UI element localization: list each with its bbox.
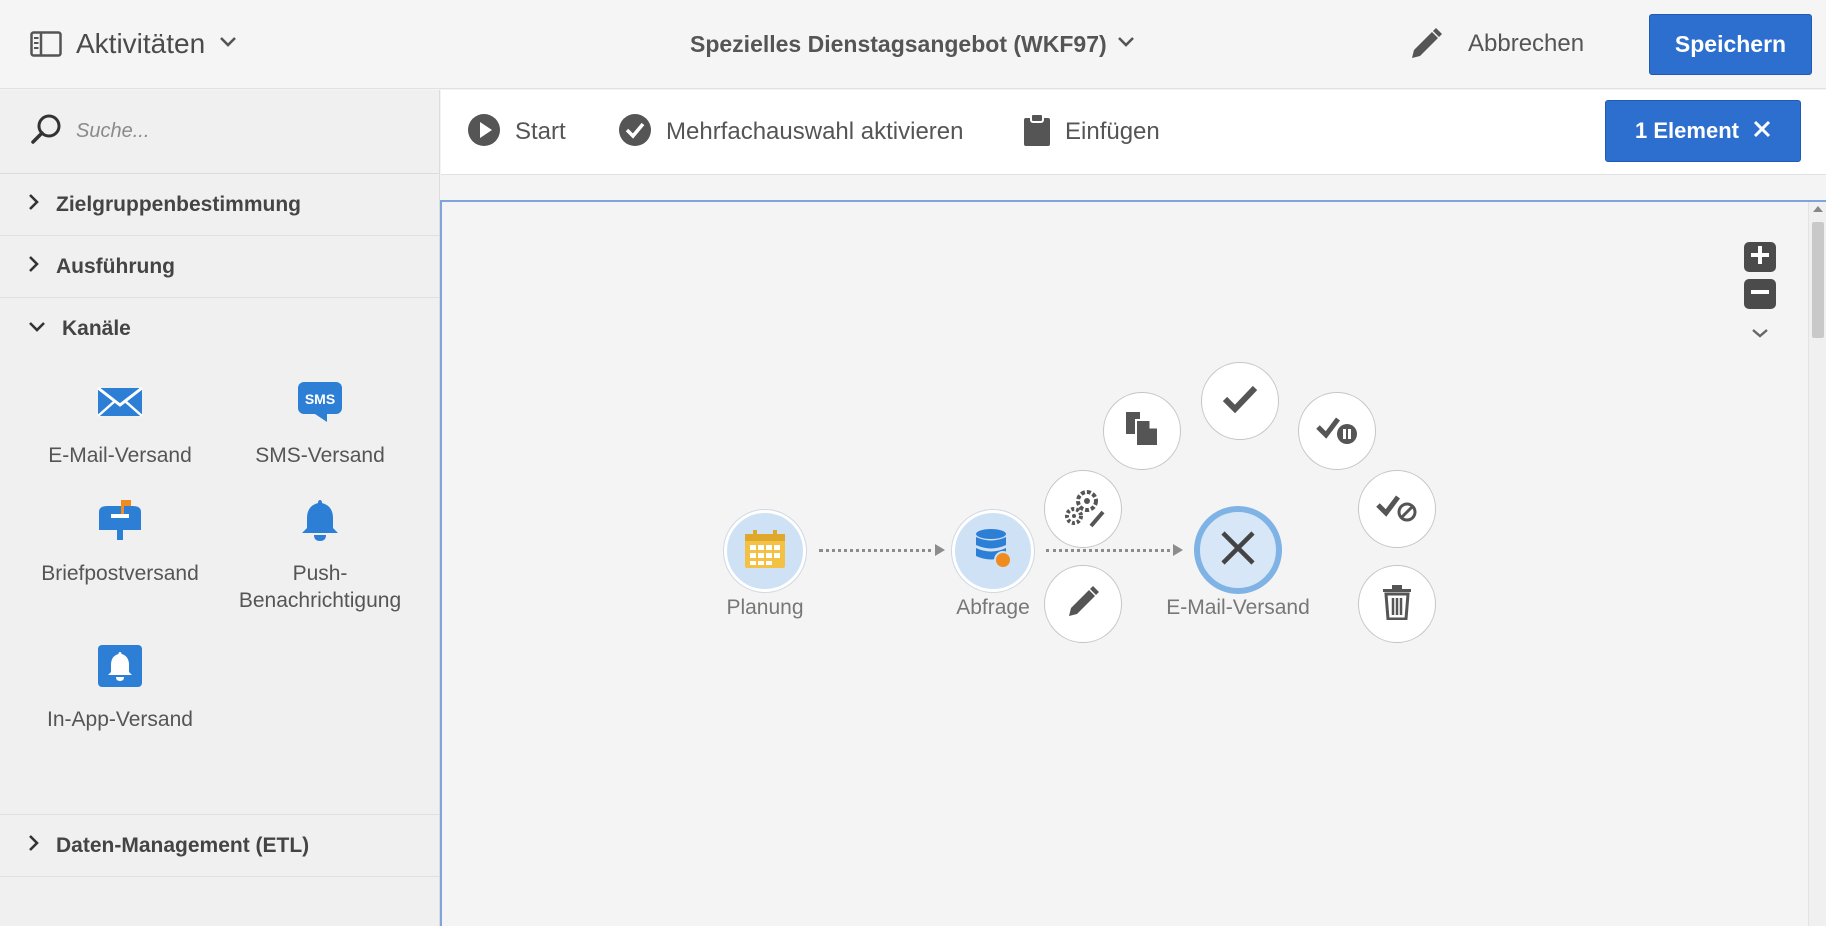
pencil-icon — [1406, 28, 1444, 68]
search-bar — [0, 90, 439, 174]
cancel-button[interactable]: Abbrechen — [1468, 26, 1584, 62]
delete-action-button[interactable] — [1358, 565, 1436, 643]
vertical-scrollbar[interactable] — [1808, 202, 1826, 926]
chevron-down-icon — [1750, 326, 1770, 343]
scroll-thumb[interactable] — [1812, 222, 1824, 338]
chevron-right-icon — [28, 834, 40, 857]
channel-label: In-App-Versand — [47, 708, 193, 731]
check-circle-icon — [618, 113, 652, 152]
workflow-canvas[interactable]: Planung Abfrage E-Mail-Versand — [440, 200, 1826, 926]
activities-title: Aktivitäten — [76, 28, 206, 59]
channel-label: SMS-Versand — [255, 444, 385, 467]
channel-in-app[interactable]: In-App-Versand — [20, 638, 220, 733]
close-icon[interactable] — [1753, 120, 1771, 143]
channel-label: Briefpostversand — [41, 562, 199, 585]
section-label: Daten-Management (ETL) — [56, 833, 310, 857]
section-label: Zielgruppenbestimmung — [56, 192, 302, 216]
workflow-title: Spezielles Dienstagsangebot (WKF97) — [690, 30, 1107, 57]
clipboard-icon — [1023, 112, 1051, 152]
side-panel-icon — [30, 31, 62, 57]
transition-edge[interactable] — [819, 549, 939, 552]
edit-action-button[interactable] — [1044, 565, 1122, 643]
save-button[interactable]: Speichern — [1649, 14, 1812, 75]
chevron-down-icon — [1117, 35, 1135, 53]
transition-arrow — [1173, 544, 1183, 556]
channel-label: E-Mail-Versand — [48, 444, 192, 467]
channel-label: Push- Benachrichtigung — [238, 562, 402, 612]
activity-node-scheduler[interactable] — [724, 510, 806, 592]
channel-push[interactable]: Push- Benachrichtigung — [220, 492, 420, 614]
channels-list: E-Mail-Versand SMS SMS-Versand Briefpost… — [0, 360, 439, 815]
activities-sidebar: Zielgruppenbestimmung Ausführung Kanäle … — [0, 90, 440, 926]
chevron-down-icon — [28, 320, 46, 338]
bell-icon — [300, 498, 340, 547]
minus-icon — [1750, 282, 1770, 307]
search-input[interactable] — [76, 120, 396, 143]
canvas-toolbar: Start Mehrfachauswahl aktivieren Einfüge… — [441, 90, 1826, 175]
section-zielgruppenbestimmung[interactable]: Zielgruppenbestimmung — [0, 174, 439, 236]
start-button[interactable]: Start — [467, 112, 566, 152]
section-daten-management[interactable]: Daten-Management (ETL) — [0, 815, 439, 877]
zoom-options-button[interactable] — [1750, 326, 1770, 344]
close-icon — [1218, 528, 1258, 573]
section-label: Kanäle — [62, 317, 131, 340]
pause-action-button[interactable] — [1298, 392, 1376, 470]
section-kanaele[interactable]: Kanäle — [0, 298, 439, 360]
selection-badge[interactable]: 1 Element — [1605, 100, 1801, 162]
stop-icon — [1375, 491, 1419, 528]
activity-node-email-delivery[interactable] — [1194, 506, 1282, 594]
channel-email[interactable]: E-Mail-Versand — [20, 374, 220, 469]
mailbox-icon — [97, 498, 143, 547]
settings-action-button[interactable] — [1044, 470, 1122, 548]
pause-icon — [1315, 413, 1359, 450]
edit-properties-button[interactable] — [1406, 26, 1446, 66]
transition-edge[interactable] — [1046, 549, 1177, 552]
sms-icon: SMS — [297, 381, 343, 428]
workflow-title-dropdown[interactable]: Spezielles Dienstagsangebot (WKF97) — [690, 26, 1135, 62]
node-label: E-Mail-Versand — [1166, 596, 1310, 619]
chevron-down-icon — [219, 35, 237, 53]
play-icon — [467, 113, 501, 152]
envelope-icon — [97, 386, 143, 423]
multiselect-label: Mehrfachauswahl aktivieren — [666, 118, 964, 145]
transition-arrow — [935, 544, 945, 556]
delete-icon — [1381, 584, 1413, 625]
copy-icon — [1124, 410, 1160, 453]
section-ausfuehrung[interactable]: Ausführung — [0, 236, 439, 298]
scroll-up-arrow[interactable] — [1813, 206, 1823, 212]
database-icon — [972, 527, 1014, 576]
plus-icon — [1750, 245, 1770, 270]
search-icon — [30, 113, 62, 150]
confirm-icon — [1221, 384, 1259, 419]
confirm-action-button[interactable] — [1201, 362, 1279, 440]
zoom-in-button[interactable] — [1744, 242, 1776, 272]
in-app-bell-icon — [97, 644, 143, 693]
chevron-right-icon — [28, 193, 40, 216]
selection-count: 1 Element — [1635, 118, 1739, 143]
stop-action-button[interactable] — [1358, 470, 1436, 548]
activity-node-query[interactable] — [952, 510, 1034, 592]
section-label: Ausführung — [56, 254, 175, 278]
paste-button[interactable]: Einfügen — [1023, 112, 1160, 152]
svg-text:SMS: SMS — [305, 391, 335, 407]
calendar-icon — [744, 529, 786, 574]
paste-label: Einfügen — [1065, 118, 1160, 145]
settings-icon — [1061, 486, 1105, 533]
edit-icon — [1064, 583, 1102, 626]
chevron-right-icon — [28, 255, 40, 278]
channel-sms[interactable]: SMS SMS-Versand — [220, 374, 420, 469]
start-label: Start — [515, 118, 566, 145]
copy-action-button[interactable] — [1103, 392, 1181, 470]
channel-direct-mail[interactable]: Briefpostversand — [20, 492, 220, 587]
zoom-out-button[interactable] — [1744, 279, 1776, 309]
node-label: Planung — [726, 596, 804, 619]
top-bar: Aktivitäten Spezielles Dienstagsangebot … — [0, 0, 1826, 89]
activities-toggle[interactable]: Aktivitäten — [30, 24, 237, 64]
multiselect-button[interactable]: Mehrfachauswahl aktivieren — [618, 112, 963, 152]
